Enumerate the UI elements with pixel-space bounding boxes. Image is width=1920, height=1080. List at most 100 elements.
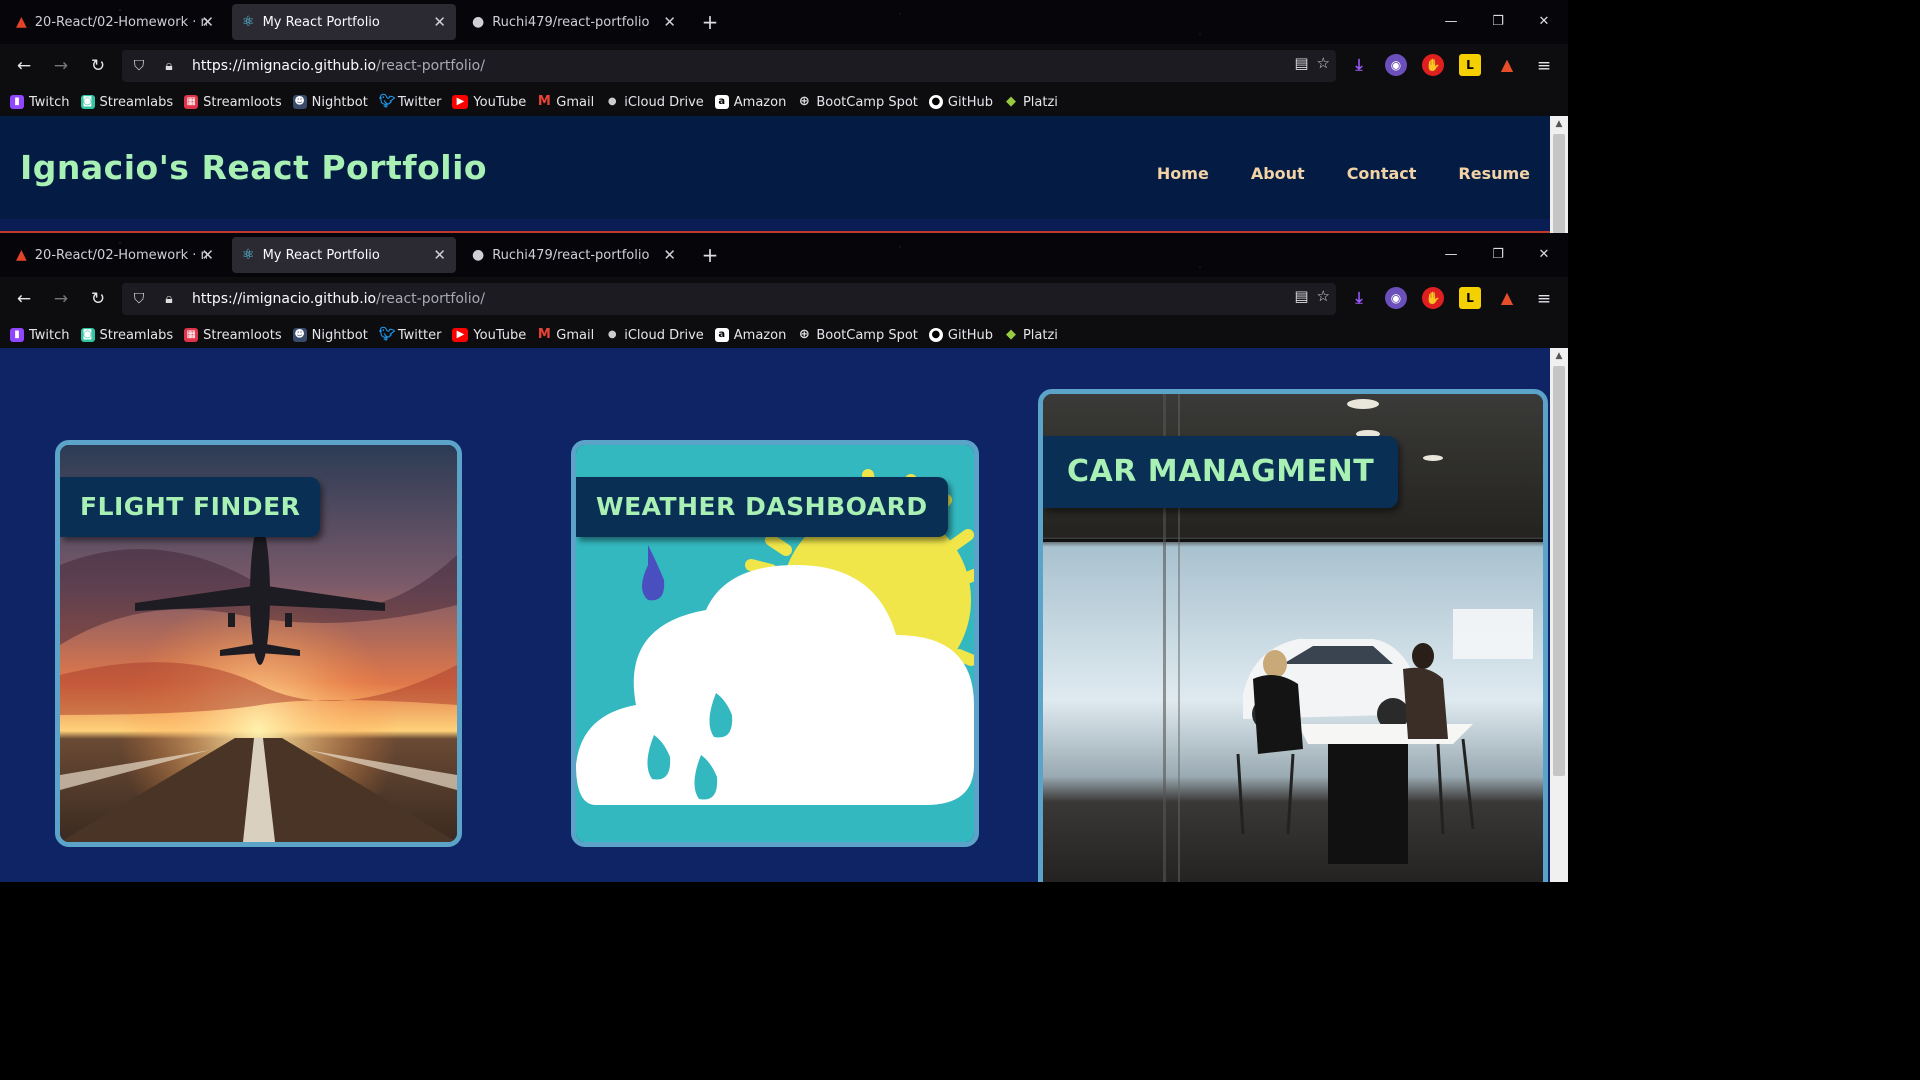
url-text[interactable]: https://imignacio.github.io/react-portfo… [192,291,485,307]
download-icon[interactable]: ⤓ [1348,54,1370,76]
tab-github[interactable]: ● Ruchi479/react-portfolio ✕ [462,4,686,40]
new-tab-button[interactable]: + [700,8,720,36]
close-icon[interactable]: ✕ [663,246,676,264]
minimize-button[interactable]: — [1428,0,1474,44]
back-button[interactable]: ← [10,285,38,313]
projects-section: FLIGHT FINDER WEATHER DASHBOARD CAR MANA… [0,348,1550,882]
lock-icon[interactable]: 🔒︎ [156,291,182,307]
bookmark-label: Streamloots [203,327,282,343]
bookmark-icloud[interactable]: ● iCloud Drive [605,95,704,110]
bookmark-github[interactable]: ● GitHub [928,95,993,110]
url-path: /react-portfolio/ [376,58,485,74]
bookmark-bootcamp[interactable]: ⊕ BootCamp Spot [797,95,918,110]
bookmark-twitter[interactable]: 🐦︎ Twitter [379,328,442,343]
bookmark-label: YouTube [473,327,527,343]
url-text[interactable]: https://imignacio.github.io/react-portfo… [192,58,485,74]
reload-button[interactable]: ↻ [84,52,112,80]
platzi-icon: ◆ [1005,94,1016,109]
close-icon[interactable]: ✕ [433,13,446,31]
bookmark-youtube[interactable]: ▶ YouTube [452,95,526,110]
menu-icon[interactable]: ≡ [1530,285,1558,313]
reader-view-icon[interactable]: ▤ [1294,54,1308,72]
adblock-icon[interactable]: ✋ [1422,287,1444,309]
tab-gitlab[interactable]: ▲ 20-React/02-Homework · maste ✕ [6,4,224,40]
shield-icon[interactable]: ⛉ [126,58,152,74]
bookmark-label: Platzi [1022,327,1058,343]
shield-icon[interactable]: ⛉ [126,291,152,307]
bookmark-bootcamp[interactable]: ⊕ BootCamp Spot [797,328,918,343]
bookmark-star-icon[interactable]: ☆ [1317,287,1330,305]
bookmark-streamlabs[interactable]: ◙ Streamlabs [80,328,173,343]
project-card-flight-finder[interactable]: FLIGHT FINDER [55,440,462,847]
tab-github[interactable]: ● Ruchi479/react-portfolio ✕ [462,237,686,273]
nav-about[interactable]: About [1251,164,1305,183]
adblock-icon[interactable]: ✋ [1422,54,1444,76]
extension-icon[interactable]: ◉ [1385,54,1407,76]
close-icon[interactable]: ✕ [663,13,676,31]
scrollbar[interactable]: ▲ [1550,348,1568,882]
nav-resume[interactable]: Resume [1458,164,1530,183]
site-title[interactable]: Ignacio's React Portfolio [20,148,487,187]
download-icon[interactable]: ⤓ [1348,287,1370,309]
close-window-button[interactable]: ✕ [1521,0,1567,44]
bookmark-nightbot[interactable]: ☻ Nightbot [292,95,368,110]
bookmark-streamloots[interactable]: ▦ Streamloots [184,95,282,110]
menu-icon[interactable]: ≡ [1530,52,1558,80]
url-bar[interactable]: ⛉ 🔒︎ https://imignacio.github.io/react-p… [122,50,1336,82]
forward-button[interactable]: → [47,52,75,80]
url-bar[interactable]: ⛉ 🔒︎ https://imignacio.github.io/react-p… [122,283,1336,315]
scrollbar-thumb[interactable] [1553,134,1565,234]
bookmark-platzi[interactable]: ◆ Platzi [1004,95,1058,110]
reader-view-icon[interactable]: ▤ [1294,287,1308,305]
extension-rocket-icon[interactable]: ▲ [1496,54,1518,76]
browser-window-top: ▲ 20-React/02-Homework · maste ✕ ⚛ My Re… [0,0,1568,234]
bookmark-label: BootCamp Spot [816,327,918,343]
reload-button[interactable]: ↻ [84,285,112,313]
scroll-up-icon[interactable]: ▲ [1550,348,1568,364]
extension-l-icon[interactable]: L [1459,287,1481,309]
bookmark-twitch[interactable]: ▮ Twitch [10,95,70,110]
site-header: Ignacio's React Portfolio Home About Con… [0,116,1550,233]
close-icon[interactable]: ✕ [201,13,214,31]
project-card-car-managment[interactable]: CAR MANAGMENT [1038,389,1548,882]
bookmark-twitter[interactable]: 🐦︎ Twitter [379,95,442,110]
bookmark-streamlabs[interactable]: ◙ Streamlabs [80,95,173,110]
bookmark-streamloots[interactable]: ▦ Streamloots [184,327,282,343]
amazon-icon: a [714,328,729,342]
nav-home[interactable]: Home [1157,164,1209,183]
back-button[interactable]: ← [10,52,38,80]
close-icon[interactable]: ✕ [433,246,446,264]
bookmark-star-icon[interactable]: ☆ [1317,54,1330,72]
new-tab-button[interactable]: + [700,241,720,269]
minimize-button[interactable]: — [1428,233,1474,277]
extension-rocket-icon[interactable]: ▲ [1496,287,1518,309]
nav-contact[interactable]: Contact [1347,164,1417,183]
bookmark-gmail[interactable]: M Gmail [537,95,594,110]
restore-button[interactable]: ❐ [1475,0,1521,44]
restore-button[interactable]: ❐ [1475,233,1521,277]
bookmark-youtube[interactable]: ▶ YouTube [452,328,526,343]
project-card-weather-dashboard[interactable]: WEATHER DASHBOARD [571,440,979,847]
bookmark-gmail[interactable]: M Gmail [537,328,594,343]
scroll-up-icon[interactable]: ▲ [1550,116,1568,132]
extension-l-icon[interactable]: L [1459,54,1481,76]
tab-react-portfolio[interactable]: ⚛ My React Portfolio ✕ [232,237,456,273]
bookmark-twitch[interactable]: ▮ Twitch [10,328,70,343]
scrollbar-thumb[interactable] [1553,366,1565,776]
bookmark-github[interactable]: ● GitHub [928,328,993,343]
tab-gitlab[interactable]: ▲ 20-React/02-Homework · maste ✕ [6,237,224,273]
extension-icon[interactable]: ◉ [1385,287,1407,309]
bookmarks-bar: ▮ Twitch ◙ Streamlabs ▦ Streamloots ☻ Nightb… [0,321,1568,349]
lock-icon[interactable]: 🔒︎ [156,58,182,74]
scrollbar[interactable]: ▲ [1550,116,1568,234]
bookmark-amazon[interactable]: a Amazon [714,328,786,343]
close-window-button[interactable]: ✕ [1521,233,1567,277]
bookmark-icloud[interactable]: ● iCloud Drive [605,328,704,343]
forward-button[interactable]: → [47,285,75,313]
close-icon[interactable]: ✕ [201,246,214,264]
streamlabs-icon: ◙ [80,328,95,342]
bookmark-nightbot[interactable]: ☻ Nightbot [292,328,368,343]
bookmark-amazon[interactable]: a Amazon [714,95,786,110]
tab-react-portfolio[interactable]: ⚛ My React Portfolio ✕ [232,4,456,40]
bookmark-platzi[interactable]: ◆ Platzi [1004,328,1058,343]
